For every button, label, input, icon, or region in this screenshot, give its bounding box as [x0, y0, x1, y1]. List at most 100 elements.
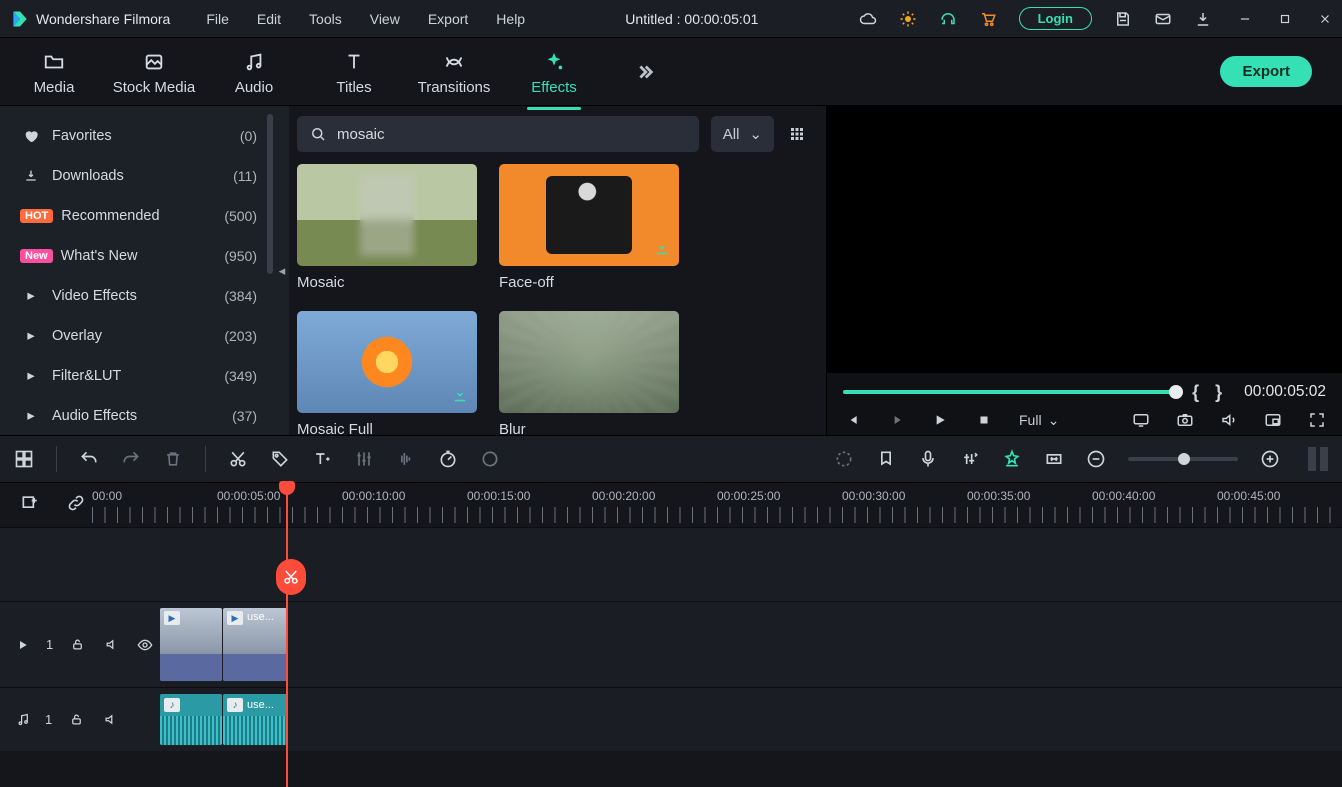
maximize-icon[interactable]	[1276, 10, 1294, 28]
search-input[interactable]	[337, 126, 687, 143]
ruler-label: 00:00:10:00	[342, 489, 467, 503]
mute-icon[interactable]	[101, 635, 121, 655]
render-icon[interactable]	[834, 449, 854, 469]
effect-thumbnail	[297, 164, 477, 266]
sidebar-item-whats-new[interactable]: New What's New (950)	[10, 236, 267, 276]
save-icon[interactable]	[1114, 10, 1132, 28]
video-clip[interactable]: ▶	[160, 608, 222, 681]
adjust-icon[interactable]	[354, 449, 374, 469]
effect-card-face-off[interactable]: Face-off	[499, 164, 679, 291]
download-icon[interactable]	[1194, 10, 1212, 28]
mute-icon[interactable]	[100, 710, 120, 730]
preview-quality-dropdown[interactable]: Full⌄	[1019, 412, 1059, 429]
sidebar-item-filter-lut[interactable]: ▸ Filter&LUT (349)	[10, 356, 267, 396]
zoom-slider[interactable]	[1128, 457, 1238, 461]
audio-track-lane[interactable]: ♪ ♪use...	[160, 688, 1342, 751]
layout-icon[interactable]	[14, 449, 34, 469]
audio-wave-icon[interactable]	[396, 449, 416, 469]
menu-help[interactable]: Help	[496, 11, 525, 27]
undo-icon[interactable]	[79, 449, 99, 469]
effect-card-mosaic[interactable]: Mosaic	[297, 164, 477, 291]
tag-icon[interactable]	[270, 449, 290, 469]
preview-progress[interactable]	[843, 390, 1176, 394]
cart-icon[interactable]	[979, 10, 997, 28]
speed-icon[interactable]	[438, 449, 458, 469]
preview-canvas[interactable]	[827, 106, 1342, 373]
zoom-slider-thumb[interactable]	[1178, 453, 1190, 465]
tab-effects[interactable]: Effects	[504, 47, 604, 96]
sidebar-item-favorites[interactable]: Favorites (0)	[10, 116, 267, 156]
sidebar-scrollbar[interactable]	[267, 114, 273, 274]
prev-frame-icon[interactable]	[843, 411, 861, 429]
minimize-icon[interactable]	[1236, 10, 1254, 28]
mail-icon[interactable]	[1154, 10, 1172, 28]
display-icon[interactable]	[1132, 411, 1150, 429]
snapshot-icon[interactable]	[1176, 411, 1194, 429]
volume-icon[interactable]	[1220, 411, 1238, 429]
zoom-out-icon[interactable]	[1086, 449, 1106, 469]
eye-icon[interactable]	[135, 635, 155, 655]
login-button[interactable]: Login	[1019, 7, 1092, 30]
tab-media[interactable]: Media	[4, 47, 104, 96]
audio-mixer-icon[interactable]	[960, 449, 980, 469]
menu-view[interactable]: View	[370, 11, 400, 27]
close-icon[interactable]	[1316, 10, 1334, 28]
sidebar-collapse-handle[interactable]: ◂	[275, 106, 289, 435]
effect-card-blur[interactable]: Blur	[499, 311, 679, 438]
marker-icon[interactable]	[876, 449, 896, 469]
fullscreen-icon[interactable]	[1308, 411, 1326, 429]
sidebar-item-overlay[interactable]: ▸ Overlay (203)	[10, 316, 267, 356]
headset-icon[interactable]	[939, 10, 957, 28]
color-icon[interactable]	[480, 449, 500, 469]
lock-icon[interactable]	[66, 710, 86, 730]
pip-icon[interactable]	[1264, 411, 1282, 429]
audio-clip[interactable]: ♪use...	[223, 694, 287, 745]
playhead[interactable]	[286, 483, 288, 787]
playhead-cut-handle[interactable]	[276, 559, 306, 595]
zoom-in-icon[interactable]	[1260, 449, 1280, 469]
meter-icon[interactable]	[1308, 447, 1328, 471]
cloud-icon[interactable]	[859, 10, 877, 28]
sparkle-icon[interactable]	[899, 10, 917, 28]
fit-icon[interactable]	[1044, 449, 1064, 469]
add-text-icon[interactable]	[312, 449, 332, 469]
step-back-icon[interactable]	[887, 411, 905, 429]
delete-icon[interactable]	[163, 449, 183, 469]
sidebar-item-downloads[interactable]: Downloads (11)	[10, 156, 267, 196]
menu-file[interactable]: File	[206, 11, 229, 27]
audio-clip[interactable]: ♪	[160, 694, 222, 745]
link-icon[interactable]	[66, 493, 86, 513]
sidebar-item-audio-effects[interactable]: ▸ Audio Effects (37)	[10, 396, 267, 436]
mic-icon[interactable]	[918, 449, 938, 469]
video-clip[interactable]: ▶use...	[223, 608, 287, 681]
effect-card-mosaic-full[interactable]: Mosaic Full	[297, 311, 477, 438]
search-input-wrap[interactable]	[297, 116, 699, 152]
tab-stock-media[interactable]: Stock Media	[104, 47, 204, 96]
tab-transitions[interactable]: Transitions	[404, 47, 504, 96]
menu-edit[interactable]: Edit	[257, 11, 281, 27]
redo-icon[interactable]	[121, 449, 141, 469]
stop-icon[interactable]	[975, 411, 993, 429]
tab-audio[interactable]: Audio	[204, 47, 304, 96]
menu-tools[interactable]: Tools	[309, 11, 342, 27]
menu-export[interactable]: Export	[428, 11, 468, 27]
play-icon[interactable]	[931, 411, 949, 429]
export-button[interactable]: Export	[1220, 56, 1312, 87]
sidebar-item-recommended[interactable]: HOT Recommended (500)	[10, 196, 267, 236]
mark-in-icon[interactable]: {	[1192, 382, 1199, 403]
video-track-lane[interactable]: ▶ ▶use...	[160, 602, 1342, 687]
mark-out-icon[interactable]: }	[1215, 382, 1222, 403]
download-effect-icon[interactable]	[653, 240, 671, 258]
auto-beat-icon[interactable]	[1002, 449, 1022, 469]
tabs-more[interactable]	[604, 61, 684, 83]
ruler-label: 00:00	[92, 489, 217, 503]
lock-icon[interactable]	[67, 635, 87, 655]
sidebar-item-video-effects[interactable]: ▸ Video Effects (384)	[10, 276, 267, 316]
filter-dropdown[interactable]: All ⌄	[711, 116, 774, 152]
tab-titles[interactable]: Titles	[304, 47, 404, 96]
download-effect-icon[interactable]	[451, 387, 469, 405]
cut-icon[interactable]	[228, 449, 248, 469]
preview-progress-thumb[interactable]	[1169, 385, 1183, 399]
grid-view-icon[interactable]	[786, 123, 808, 145]
add-track-icon[interactable]	[20, 493, 40, 513]
